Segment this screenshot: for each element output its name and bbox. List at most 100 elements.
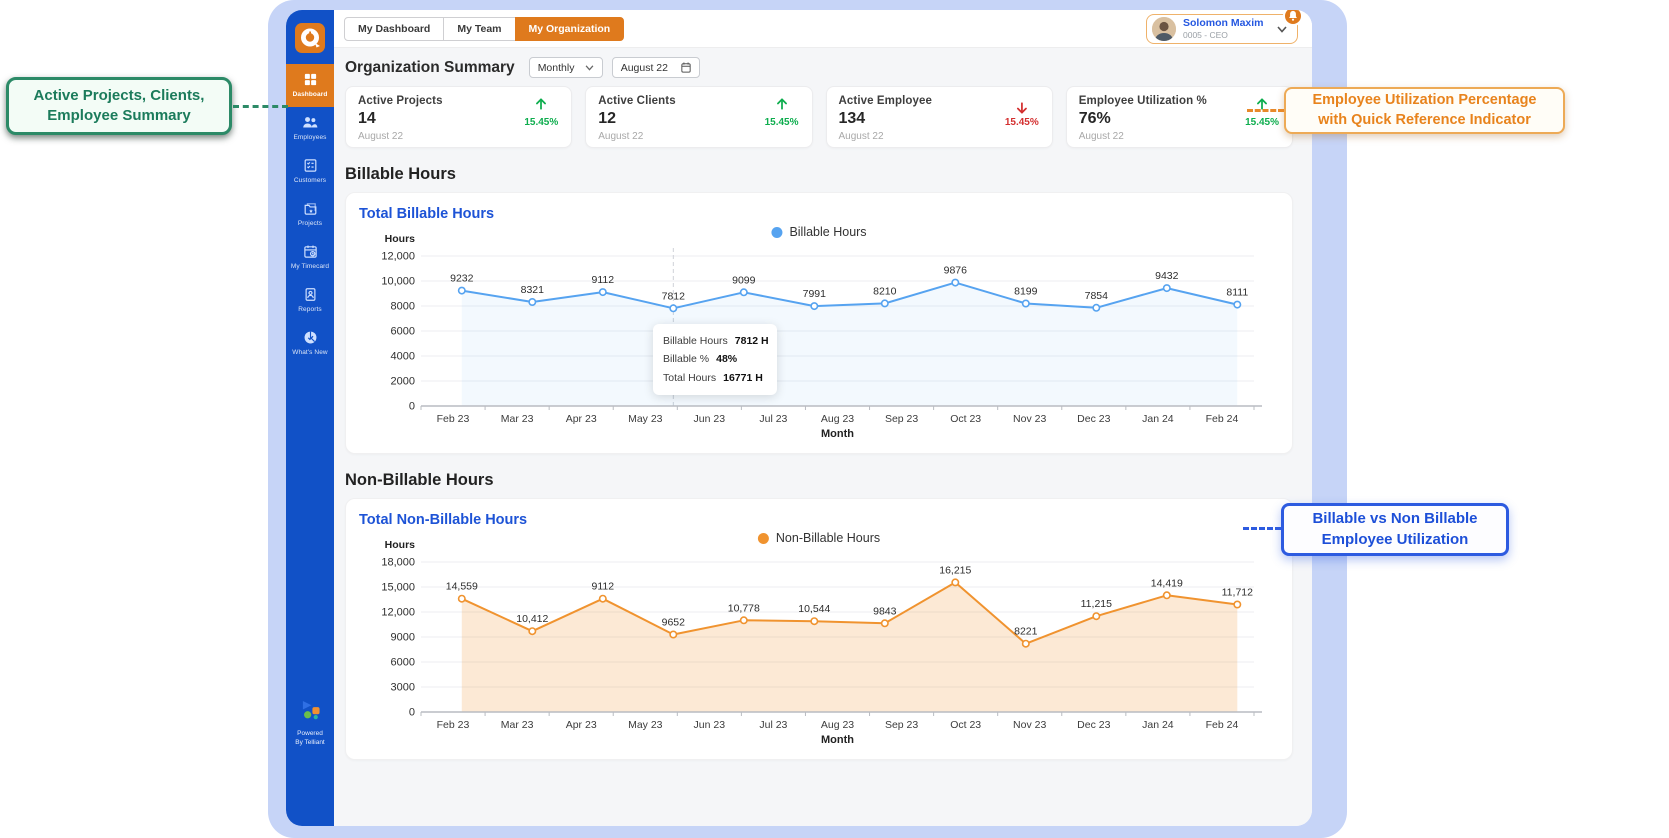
- sidebar-item-customers[interactable]: Customers: [286, 150, 334, 193]
- sidebar-item-my-timecard[interactable]: My Timecard: [286, 236, 334, 279]
- card-date: August 22: [838, 131, 884, 142]
- svg-text:9876: 9876: [944, 265, 968, 277]
- sidebar-item-label: Projects: [297, 220, 323, 227]
- sidebar: Dashboard Employees Customers Projects My Ti…: [286, 10, 334, 826]
- svg-text:9652: 9652: [662, 617, 686, 629]
- svg-text:11,215: 11,215: [1081, 598, 1112, 610]
- view-tabs: My Dashboard My Team My Organization: [344, 16, 625, 41]
- svg-text:Nov 23: Nov 23: [1013, 413, 1046, 425]
- billable-chart-plot: 12,000 10,000 8000 6000 4000 2000 0 Hours 9232 83…: [381, 233, 1262, 440]
- chevron-down-icon: [585, 64, 594, 71]
- summary-card: Active Projects 14 August 22 15.45%: [345, 86, 573, 148]
- svg-text:Apr 23: Apr 23: [566, 413, 597, 425]
- nonbillable-chart-plot: 18,000 15,000 12,000 9000 6000 3000 0 Hours 14,5…: [381, 539, 1262, 746]
- sidebar-item-dashboard[interactable]: Dashboard: [286, 64, 334, 107]
- svg-text:9000: 9000: [391, 632, 415, 644]
- svg-text:Hours: Hours: [385, 233, 415, 245]
- svg-text:8221: 8221: [1014, 626, 1038, 638]
- svg-text:Jan 24: Jan 24: [1142, 413, 1174, 425]
- summary-card: Active Clients 12 August 22 15.45%: [585, 86, 813, 148]
- chart-title: Total Billable Hours: [359, 206, 495, 222]
- chart-legend: Non-Billable Hours: [757, 531, 880, 545]
- svg-text:11,712: 11,712: [1222, 587, 1253, 599]
- svg-text:Dec 23: Dec 23: [1077, 719, 1110, 731]
- annotation-billable-connector: [1243, 527, 1281, 530]
- main-area: My Dashboard My Team My Organization Solom…: [334, 10, 1312, 826]
- sidebar-item-label: What's New: [292, 349, 328, 356]
- avatar: [1152, 16, 1176, 41]
- svg-text:Nov 23: Nov 23: [1013, 719, 1046, 731]
- sidebar-item-whats-new[interactable]: What's New: [286, 322, 334, 365]
- svg-text:16,215: 16,215: [939, 564, 971, 576]
- svg-text:Month: Month: [821, 734, 854, 746]
- chart-title: Total Non-Billable Hours: [359, 512, 528, 528]
- nonbillable-section-heading: Non-Billable Hours: [345, 471, 494, 489]
- svg-text:10,412: 10,412: [516, 613, 548, 625]
- powered-by: Powered By Telliant: [286, 700, 334, 749]
- svg-text:Dec 23: Dec 23: [1077, 413, 1110, 425]
- card-change: 15.45%: [1245, 117, 1279, 128]
- svg-text:0: 0: [409, 707, 415, 719]
- svg-text:9432: 9432: [1155, 270, 1179, 282]
- tab-my-team[interactable]: My Team: [443, 16, 516, 41]
- svg-text:18,000: 18,000: [381, 557, 415, 569]
- svg-text:Aug 23: Aug 23: [821, 413, 854, 425]
- sidebar-item-label: Dashboard: [292, 91, 328, 98]
- svg-text:Mar 23: Mar 23: [501, 413, 534, 425]
- trend-arrow-up-icon: [1245, 96, 1279, 116]
- period-select-value: Monthly: [537, 61, 575, 74]
- svg-text:Apr 23: Apr 23: [566, 719, 597, 731]
- sidebar-item-label: Reports: [298, 306, 322, 313]
- tab-my-dashboard[interactable]: My Dashboard: [344, 16, 445, 41]
- svg-text:Jul 23: Jul 23: [759, 719, 787, 731]
- legend-dot-icon: [771, 226, 783, 238]
- annotation-billable-callout: Billable vs Non Billable Employee Utiliz…: [1281, 503, 1509, 556]
- employees-icon: [287, 115, 333, 131]
- svg-text:8199: 8199: [1014, 286, 1038, 298]
- reports-icon: [287, 287, 333, 303]
- svg-text:7991: 7991: [803, 288, 827, 300]
- dashboard-icon: [287, 72, 333, 88]
- svg-text:10,544: 10,544: [798, 603, 830, 615]
- whats-new-icon: [287, 330, 333, 346]
- svg-text:7812: 7812: [662, 290, 686, 302]
- svg-text:9232: 9232: [450, 273, 474, 285]
- svg-text:Oct 23: Oct 23: [950, 719, 981, 731]
- trend-arrow-down-icon: [1005, 96, 1039, 116]
- svg-text:2000: 2000: [391, 376, 415, 388]
- svg-text:Oct 23: Oct 23: [950, 413, 981, 425]
- svg-text:May 23: May 23: [628, 719, 663, 731]
- svg-text:8210: 8210: [873, 285, 897, 297]
- user-menu[interactable]: Solomon Maxim 0005 - CEO: [1146, 10, 1303, 44]
- tooltip-row: Total Hours 16771 H: [663, 371, 763, 384]
- svg-text:May 23: May 23: [628, 413, 663, 425]
- svg-text:10,000: 10,000: [381, 276, 415, 288]
- powered-by-label: Powered By Telliant: [295, 729, 325, 747]
- svg-text:8321: 8321: [521, 284, 545, 296]
- date-select[interactable]: August 22: [611, 57, 700, 78]
- sidebar-item-reports[interactable]: Reports: [286, 279, 334, 322]
- svg-text:Jun 23: Jun 23: [694, 719, 726, 731]
- app-logo-icon[interactable]: [294, 22, 326, 54]
- svg-text:Jul 23: Jul 23: [759, 413, 787, 425]
- notifications-bell-icon[interactable]: [1283, 10, 1303, 26]
- customers-icon: [287, 158, 333, 174]
- svg-text:7854: 7854: [1085, 290, 1109, 302]
- period-select[interactable]: Monthly: [528, 57, 603, 78]
- sidebar-item-employees[interactable]: Employees: [286, 107, 334, 150]
- tab-my-organization[interactable]: My Organization: [514, 16, 625, 41]
- svg-text:10,778: 10,778: [728, 602, 760, 614]
- summary-card: Employee Utilization % 76% August 22 15.45%: [1065, 86, 1293, 148]
- billable-section-heading: Billable Hours: [345, 165, 456, 183]
- sidebar-item-projects[interactable]: Projects: [286, 193, 334, 236]
- svg-text:Feb 24: Feb 24: [1206, 719, 1239, 731]
- card-change: 15.45%: [764, 117, 799, 128]
- annotation-utilization-connector: [1247, 109, 1284, 112]
- svg-text:3000: 3000: [391, 682, 415, 694]
- svg-text:8000: 8000: [391, 301, 415, 313]
- projects-icon: [287, 201, 333, 217]
- svg-text:Aug 23: Aug 23: [821, 719, 854, 731]
- svg-text:0: 0: [409, 401, 415, 413]
- nonbillable-chart-card: Total Non-Billable Hours Non-Billable Hou…: [345, 498, 1293, 760]
- legend-label: Billable Hours: [789, 225, 867, 239]
